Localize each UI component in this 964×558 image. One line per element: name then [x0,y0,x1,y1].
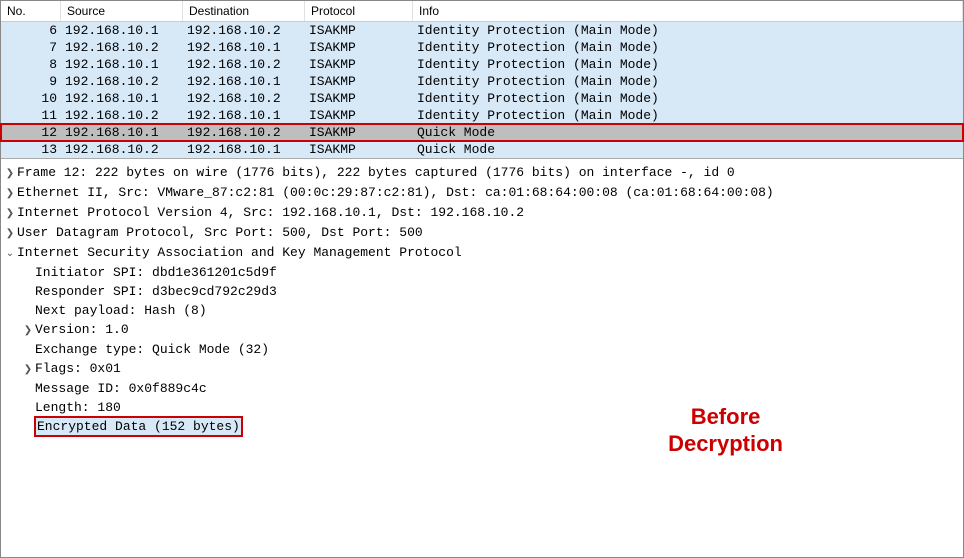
detail-text: Internet Protocol Version 4, Src: 192.16… [17,203,524,222]
col-header-info[interactable]: Info [413,1,963,21]
packet-row[interactable]: 9192.168.10.2192.168.10.1ISAKMPIdentity … [1,73,963,90]
cell-no: 12 [1,125,61,140]
detail-encrypted[interactable]: Encrypted Data (152 bytes) [1,417,963,436]
detail-text: Message ID: 0x0f889c4c [35,379,207,398]
chevron-right-icon[interactable]: ❯ [21,321,35,340]
detail-msg-id[interactable]: Message ID: 0x0f889c4c [1,379,963,398]
detail-exchange[interactable]: Exchange type: Quick Mode (32) [1,340,963,359]
detail-next-payload[interactable]: Next payload: Hash (8) [1,301,963,320]
detail-text: Internet Security Association and Key Ma… [17,243,462,262]
cell-dest: 192.168.10.1 [183,142,305,157]
chevron-right-icon[interactable]: ❯ [21,360,35,379]
col-header-dest[interactable]: Destination [183,1,305,21]
cell-source: 192.168.10.2 [61,108,183,123]
packet-row[interactable]: 13192.168.10.2192.168.10.1ISAKMPQuick Mo… [1,141,963,158]
cell-info: Identity Protection (Main Mode) [413,40,963,55]
cell-info: Identity Protection (Main Mode) [413,108,963,123]
cell-source: 192.168.10.2 [61,40,183,55]
cell-source: 192.168.10.2 [61,74,183,89]
cell-protocol: ISAKMP [305,108,413,123]
packet-row[interactable]: 11192.168.10.2192.168.10.1ISAKMPIdentity… [1,107,963,124]
cell-no: 10 [1,91,61,106]
detail-ip[interactable]: ❯ Internet Protocol Version 4, Src: 192.… [1,203,963,223]
cell-source: 192.168.10.2 [61,142,183,157]
packet-details: ❯ Frame 12: 222 bytes on wire (1776 bits… [1,159,963,557]
annotation-line2: Decryption [668,431,783,457]
cell-protocol: ISAKMP [305,91,413,106]
detail-isakmp[interactable]: ⌄ Internet Security Association and Key … [1,243,963,263]
cell-protocol: ISAKMP [305,23,413,38]
cell-dest: 192.168.10.1 [183,108,305,123]
detail-init-spi[interactable]: Initiator SPI: dbd1e361201c5d9f [1,263,963,282]
packet-row[interactable]: 8192.168.10.1192.168.10.2ISAKMPIdentity … [1,56,963,73]
cell-info: Identity Protection (Main Mode) [413,23,963,38]
cell-dest: 192.168.10.2 [183,91,305,106]
cell-dest: 192.168.10.2 [183,57,305,72]
chevron-right-icon[interactable]: ❯ [3,204,17,223]
detail-udp[interactable]: ❯ User Datagram Protocol, Src Port: 500,… [1,223,963,243]
packet-list: No. Source Destination Protocol Info 619… [1,1,963,159]
cell-protocol: ISAKMP [305,142,413,157]
cell-no: 13 [1,142,61,157]
detail-text: Frame 12: 222 bytes on wire (1776 bits),… [17,163,735,182]
cell-dest: 192.168.10.2 [183,23,305,38]
detail-eth[interactable]: ❯ Ethernet II, Src: VMware_87:c2:81 (00:… [1,183,963,203]
cell-dest: 192.168.10.2 [183,125,305,140]
cell-protocol: ISAKMP [305,74,413,89]
chevron-right-icon[interactable]: ❯ [3,184,17,203]
detail-text: Length: 180 [35,398,121,417]
detail-text: Responder SPI: d3bec9cd792c29d3 [35,282,277,301]
col-header-no[interactable]: No. [1,1,61,21]
cell-source: 192.168.10.1 [61,91,183,106]
packet-row[interactable]: 7192.168.10.2192.168.10.1ISAKMPIdentity … [1,39,963,56]
cell-no: 11 [1,108,61,123]
cell-info: Quick Mode [413,142,963,157]
col-header-protocol[interactable]: Protocol [305,1,413,21]
cell-protocol: ISAKMP [305,125,413,140]
cell-no: 6 [1,23,61,38]
annotation-label: Before Decryption [668,404,783,457]
annotation-line1: Before [668,404,783,430]
detail-text: Ethernet II, Src: VMware_87:c2:81 (00:0c… [17,183,774,202]
cell-no: 8 [1,57,61,72]
detail-text: Flags: 0x01 [35,359,121,378]
detail-length[interactable]: Length: 180 [1,398,963,417]
detail-text: Exchange type: Quick Mode (32) [35,340,269,359]
cell-source: 192.168.10.1 [61,57,183,72]
col-header-source[interactable]: Source [61,1,183,21]
chevron-down-icon[interactable]: ⌄ [3,244,17,263]
chevron-right-icon[interactable]: ❯ [3,224,17,243]
cell-no: 7 [1,40,61,55]
cell-source: 192.168.10.1 [61,23,183,38]
packet-row[interactable]: 6192.168.10.1192.168.10.2ISAKMPIdentity … [1,22,963,39]
cell-dest: 192.168.10.1 [183,74,305,89]
cell-source: 192.168.10.1 [61,125,183,140]
detail-frame[interactable]: ❯ Frame 12: 222 bytes on wire (1776 bits… [1,163,963,183]
packet-row[interactable]: 10192.168.10.1192.168.10.2ISAKMPIdentity… [1,90,963,107]
detail-text: Initiator SPI: dbd1e361201c5d9f [35,263,277,282]
detail-flags[interactable]: ❯ Flags: 0x01 [1,359,963,379]
chevron-right-icon[interactable]: ❯ [3,164,17,183]
cell-protocol: ISAKMP [305,40,413,55]
cell-dest: 192.168.10.1 [183,40,305,55]
detail-text: User Datagram Protocol, Src Port: 500, D… [17,223,423,242]
cell-info: Identity Protection (Main Mode) [413,91,963,106]
detail-text: Version: 1.0 [35,320,129,339]
packet-list-header: No. Source Destination Protocol Info [1,1,963,22]
cell-protocol: ISAKMP [305,57,413,72]
detail-text: Encrypted Data (152 bytes) [35,417,242,436]
cell-info: Identity Protection (Main Mode) [413,74,963,89]
detail-resp-spi[interactable]: Responder SPI: d3bec9cd792c29d3 [1,282,963,301]
packet-row[interactable]: 12192.168.10.1192.168.10.2ISAKMPQuick Mo… [1,124,963,141]
cell-info: Quick Mode [413,125,963,140]
detail-version[interactable]: ❯ Version: 1.0 [1,320,963,340]
cell-no: 9 [1,74,61,89]
detail-text: Next payload: Hash (8) [35,301,207,320]
cell-info: Identity Protection (Main Mode) [413,57,963,72]
